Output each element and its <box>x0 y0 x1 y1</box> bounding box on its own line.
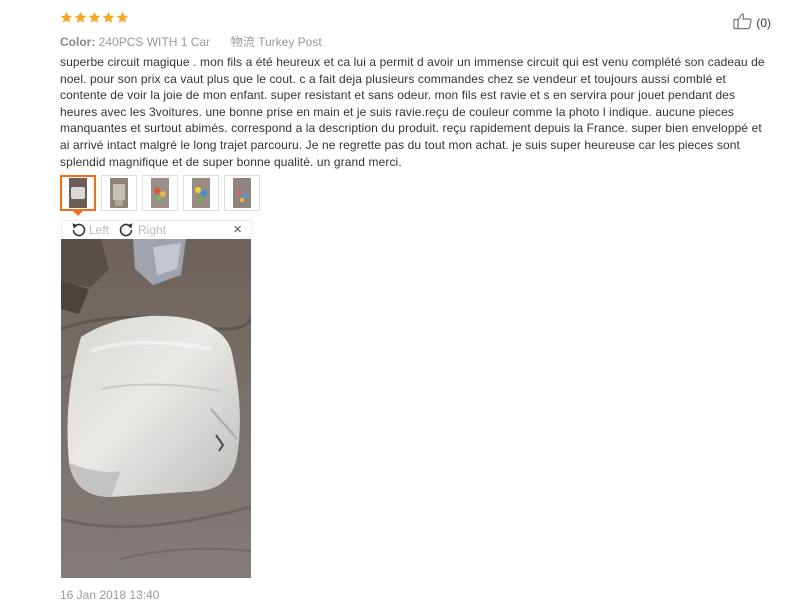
thumbnail-strip <box>60 175 260 216</box>
helpful-count: (0) <box>756 15 771 30</box>
review-photo <box>61 239 251 578</box>
star-icon <box>60 11 73 24</box>
photo-pieces-red-thumb <box>151 178 169 208</box>
rotate-right-icon <box>119 223 133 237</box>
rotate-left-label: Left <box>89 223 110 237</box>
close-viewer-button[interactable]: × <box>233 221 242 239</box>
rotate-left-button[interactable]: Left <box>69 222 109 238</box>
shipping-value: Turkey Post <box>258 35 322 49</box>
rotate-right-button[interactable]: Right <box>118 222 166 238</box>
thumbnail-3[interactable] <box>142 175 178 211</box>
photo-pieces-blue-thumb <box>233 178 251 208</box>
star-icon <box>88 11 101 24</box>
color-value: 240PCS WITH 1 Car <box>98 35 211 49</box>
thumbnail-2[interactable] <box>101 175 137 211</box>
image-viewer-toolbar: Left Right × <box>61 220 252 238</box>
thumbs-up-icon <box>733 12 753 33</box>
rotate-right-label: Right <box>138 223 167 237</box>
helpful-button[interactable]: (0) <box>733 12 771 33</box>
photo-box-thumb <box>110 178 128 208</box>
star-icon <box>74 11 87 24</box>
color-label: Color: <box>60 35 96 49</box>
review-date: 16 Jan 2018 13:40 <box>60 588 160 602</box>
thumbnail-5[interactable] <box>224 175 260 211</box>
review-meta: Color: 240PCS WITH 1 Car 物流 Turkey Post <box>60 33 322 50</box>
rating-stars <box>60 11 129 24</box>
photo-pieces-yellow-thumb <box>192 178 210 208</box>
package-on-bed-image <box>61 239 251 578</box>
star-icon <box>102 11 115 24</box>
rotate-left-icon <box>72 223 86 237</box>
shipping-label: 物流 <box>230 35 255 49</box>
thumbnail-4[interactable] <box>183 175 219 211</box>
photo-package-thumb <box>69 178 87 208</box>
review-text: superbe circuit magique . mon fils a été… <box>60 55 765 169</box>
star-icon <box>116 11 129 24</box>
thumbnail-1[interactable] <box>60 175 96 216</box>
